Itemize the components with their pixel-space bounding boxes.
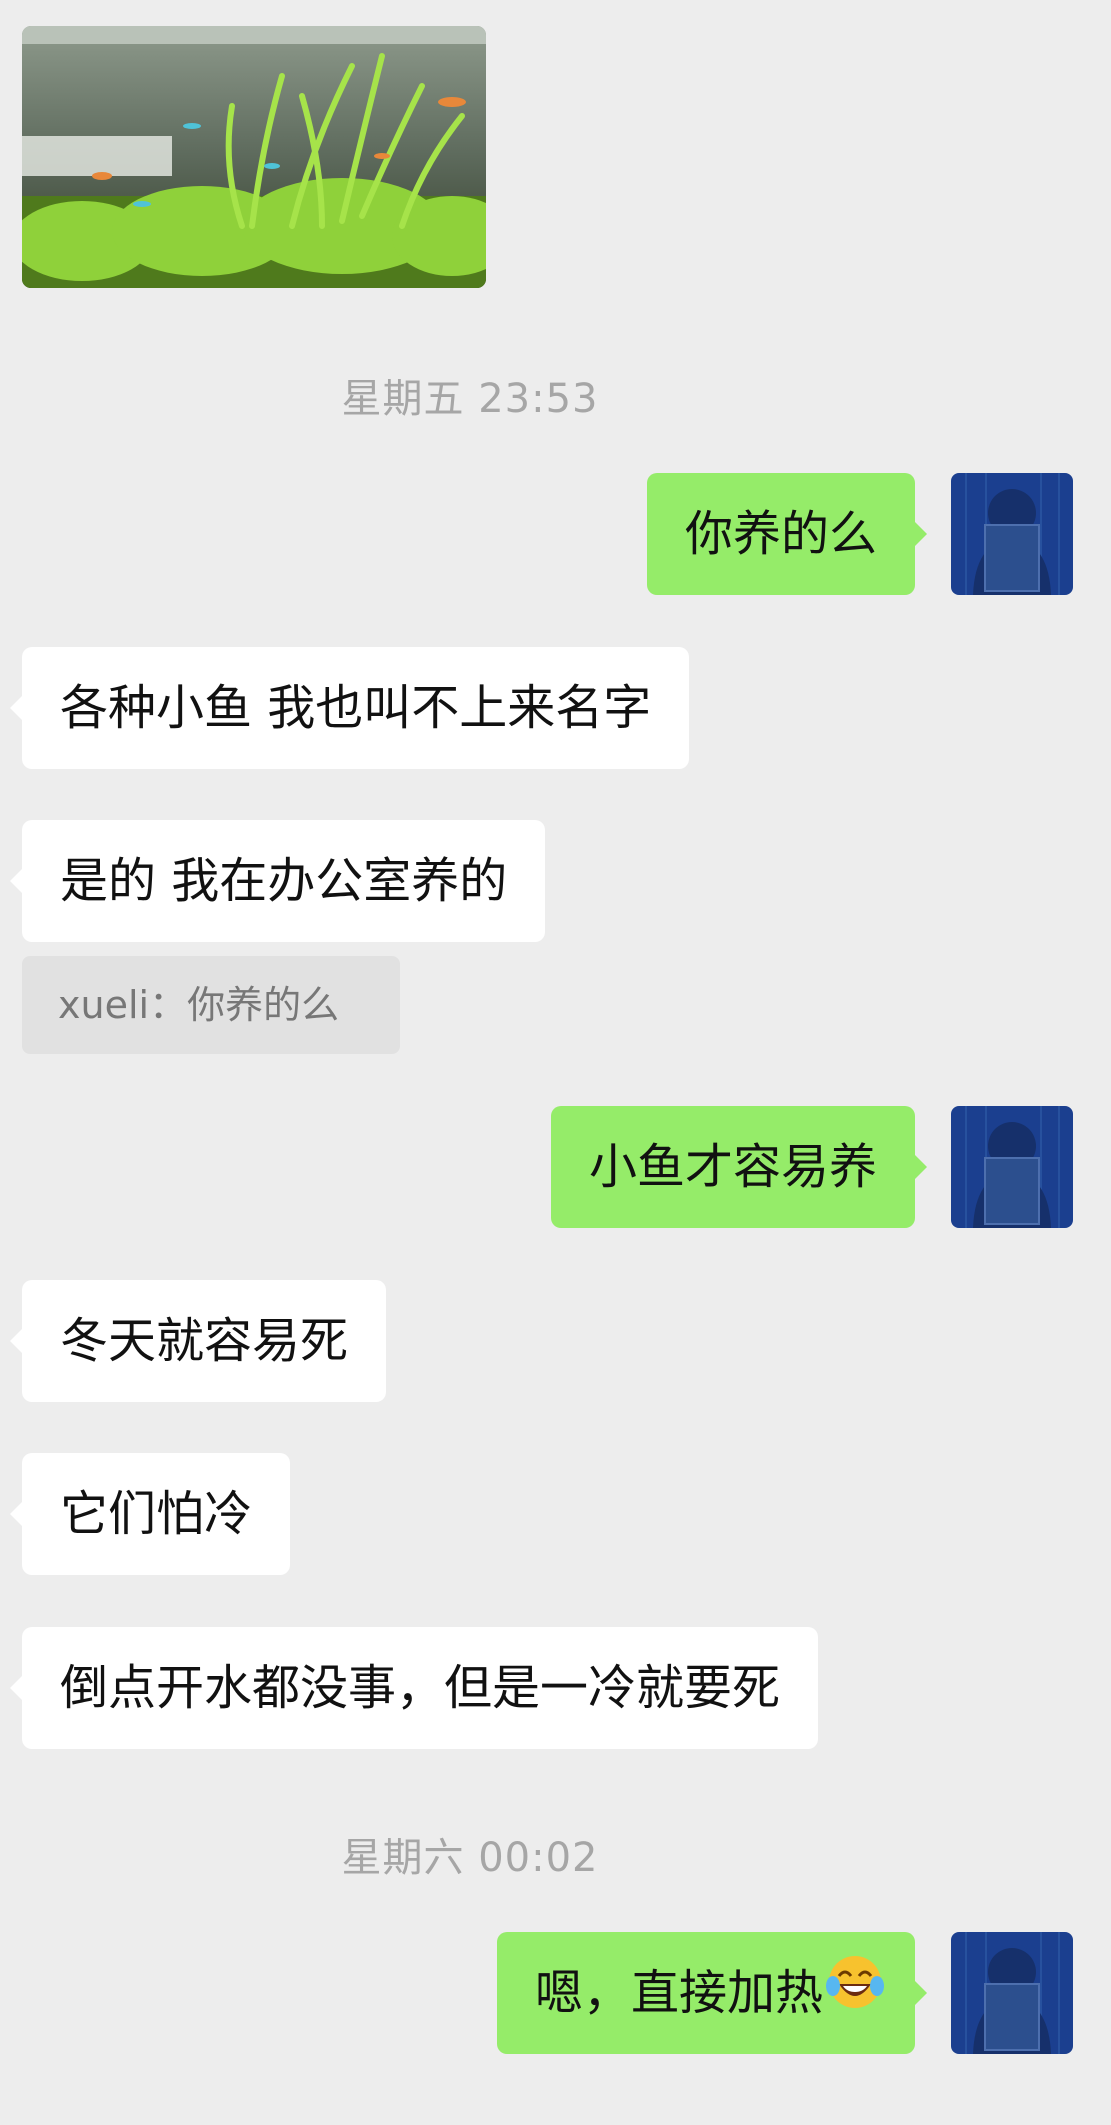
user-avatar[interactable] (951, 1932, 1073, 2054)
quoted-reply[interactable]: xueli：你养的么 (22, 956, 400, 1054)
aquarium-photo[interactable] (22, 26, 486, 288)
received-message[interactable]: 冬天就容易死 (9, 1280, 387, 1402)
sent-message[interactable]: 你养的么 (646, 473, 928, 595)
received-message[interactable]: 倒点开水都没事，但是一冷就要死 (9, 1627, 819, 1749)
received-message[interactable]: 它们怕冷 (9, 1453, 291, 1575)
timestamp: 星期六 00:02 (341, 1835, 599, 1881)
received-message[interactable]: 是的 我在办公室养的 (9, 820, 546, 942)
timestamp: 星期五 23:53 (341, 376, 599, 422)
user-avatar[interactable] (951, 1106, 1073, 1228)
sent-message-text: 嗯，直接加热 (534, 1965, 823, 2021)
sent-message[interactable]: 小鱼才容易养 (550, 1106, 928, 1228)
user-avatar[interactable] (951, 473, 1073, 595)
received-message[interactable]: 各种小鱼 我也叫不上来名字 (9, 647, 690, 769)
laughing-tears-emoji-icon (825, 1935, 885, 2057)
sent-message[interactable]: 嗯，直接加热 (496, 1932, 928, 2057)
